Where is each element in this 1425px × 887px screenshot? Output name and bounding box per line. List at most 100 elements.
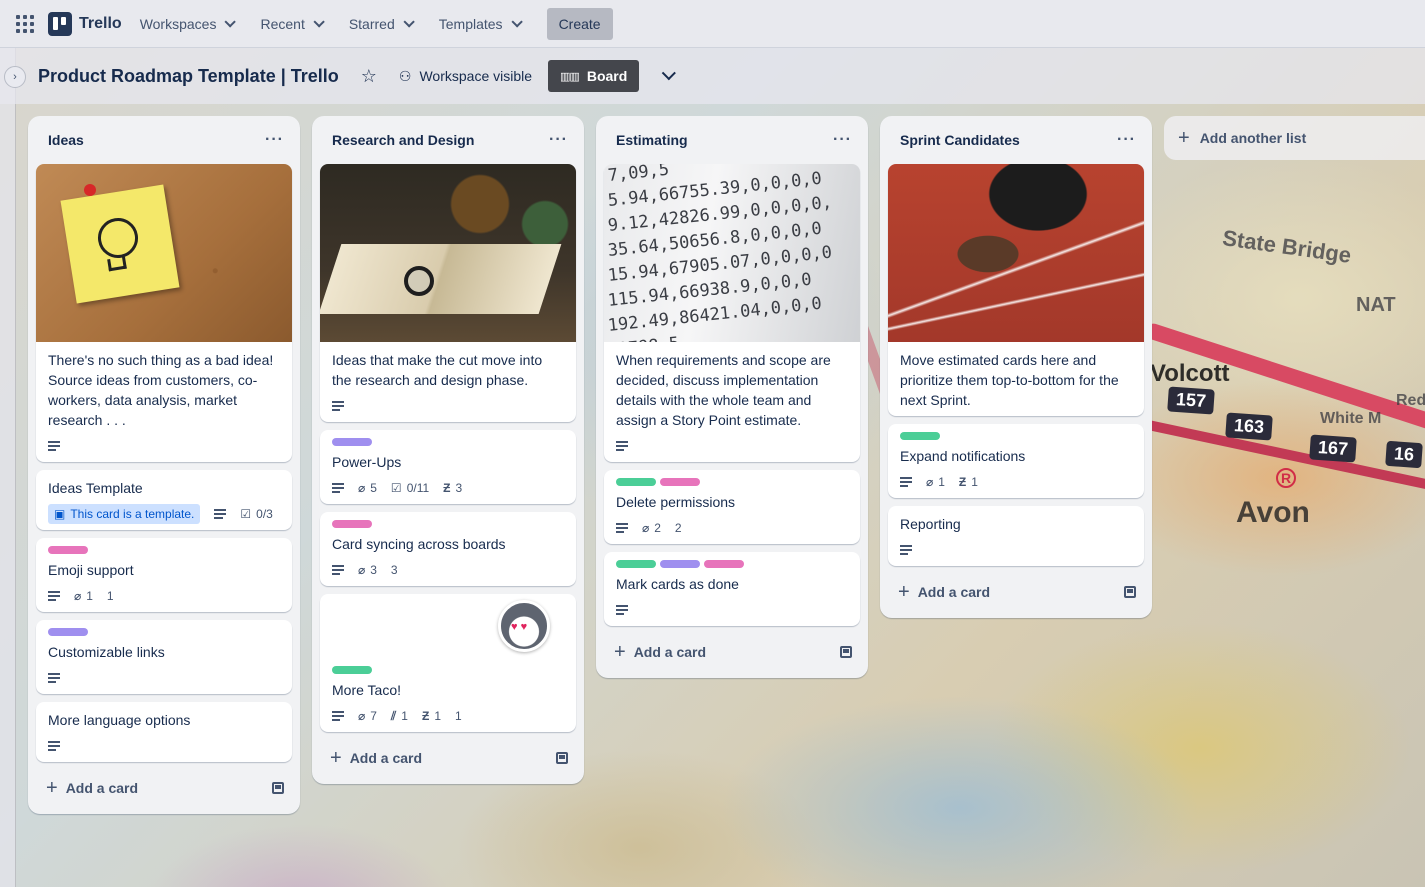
magnifier-graphic <box>404 266 434 296</box>
zendesk-count: 1 <box>434 709 441 723</box>
add-card-button[interactable]: + Add a card <box>604 634 860 670</box>
card-title: Customizable links <box>48 644 165 660</box>
nav-item-label: Starred <box>348 15 395 32</box>
pushpin-graphic <box>84 184 96 196</box>
more-icon[interactable]: ··· <box>1117 131 1136 149</box>
list-title: Research and Design <box>332 132 475 148</box>
add-card-label: Add a card <box>65 780 139 796</box>
expand-sidebar-button[interactable]: › <box>4 66 26 88</box>
card[interactable]: More language options <box>36 702 292 762</box>
card-label-green[interactable] <box>332 666 372 674</box>
card[interactable]: Ideas that make the cut move into the re… <box>320 164 576 422</box>
nav-workspaces[interactable]: Workspaces <box>140 16 237 32</box>
card-label-green[interactable] <box>616 560 656 568</box>
star-icon[interactable]: ☆ <box>361 66 377 87</box>
list-header[interactable]: Ideas ··· <box>36 116 292 164</box>
card-label-purple[interactable] <box>48 628 88 636</box>
card-label-green[interactable] <box>616 478 656 486</box>
card[interactable]: Move estimated cards here and prioritize… <box>888 164 1144 416</box>
description-icon <box>48 441 60 451</box>
plus-icon: + <box>1178 126 1190 149</box>
card-cover-image <box>36 164 292 342</box>
top-navigation: Trello Workspaces Recent Starred Templat… <box>0 0 1425 48</box>
attachment-count: 1 <box>86 589 93 603</box>
attachment-badge: ⌀ 7 <box>358 709 377 723</box>
card-label-pink[interactable] <box>48 546 88 554</box>
add-another-list-button[interactable]: + Add another list <box>1164 116 1425 160</box>
nav-starred[interactable]: Starred <box>348 15 415 32</box>
visibility-button[interactable]: ⚇ Workspace visible <box>399 68 532 85</box>
card[interactable]: Ideas Template ▣ This card is a template.… <box>36 470 292 530</box>
chevron-down-icon <box>511 15 523 28</box>
description-icon <box>616 605 628 615</box>
nav-templates[interactable]: Templates <box>438 15 523 32</box>
create-from-template-icon[interactable] <box>556 752 568 764</box>
card-label-green[interactable] <box>900 432 940 440</box>
attachment-badge: ⌀ 1 <box>74 589 93 603</box>
add-card-button[interactable]: + Add a card <box>320 740 576 776</box>
more-icon[interactable]: ··· <box>833 131 852 149</box>
checklist-count: 0/3 <box>256 507 273 521</box>
chevron-down-icon[interactable] <box>662 66 677 81</box>
description-icon <box>616 441 628 451</box>
checklist-badge: ☑ 0/3 <box>240 507 272 521</box>
add-card-button[interactable]: + Add a card <box>888 574 1144 610</box>
create-from-template-icon[interactable] <box>1124 586 1136 598</box>
card[interactable]: Reporting <box>888 506 1144 566</box>
board-title[interactable]: Product Roadmap Template | Trello <box>38 66 339 87</box>
card-title: Delete permissions <box>616 494 736 510</box>
nav-recent[interactable]: Recent <box>260 16 325 32</box>
card-title: Card syncing across boards <box>332 536 506 552</box>
list-ideas: Ideas ··· There's no such thing as a bad… <box>28 116 300 814</box>
list-title: Estimating <box>616 132 688 148</box>
swirl-count: 1 <box>401 709 408 723</box>
open-book-graphic <box>320 244 562 314</box>
app-switcher-icon[interactable] <box>16 14 34 33</box>
map-text: NAT <box>1356 294 1396 316</box>
list-header[interactable]: Estimating ··· <box>604 116 860 164</box>
zendesk-badge: Ƶ1 <box>959 475 978 489</box>
card[interactable]: More Taco! ⌀7 ⫽1 Ƶ1 1 <box>320 594 576 732</box>
add-card-button[interactable]: + Add a card <box>36 770 292 806</box>
trello-logo[interactable]: Trello <box>48 11 122 36</box>
board-view-button[interactable]: ▥▥ Board <box>548 60 640 92</box>
card-label-pink[interactable] <box>332 520 372 528</box>
list-research-and-design: Research and Design ··· Ideas that make … <box>312 116 584 784</box>
card[interactable]: Mark cards as done <box>604 552 860 626</box>
plus-icon: + <box>46 776 58 799</box>
card[interactable]: Delete permissions ⌀ 2 2 <box>604 470 860 544</box>
count-badge: 3 <box>391 563 398 577</box>
card-title: More Taco! <box>332 682 401 698</box>
paperclip-icon: ⌀ <box>926 475 934 489</box>
zendesk-icon: Ƶ <box>443 481 451 495</box>
card[interactable]: Card syncing across boards ⌀ 3 3 <box>320 512 576 586</box>
more-icon[interactable]: ··· <box>265 131 284 149</box>
more-icon[interactable]: ··· <box>549 131 568 149</box>
card-label-pink[interactable] <box>660 478 700 486</box>
card[interactable]: Power-Ups ⌀ 5 ☑ 0/11 Ƶ3 <box>320 430 576 504</box>
card-title: Power-Ups <box>332 454 402 470</box>
card-label-purple[interactable] <box>660 560 700 568</box>
count-badge: 1 <box>107 589 114 603</box>
list-title: Sprint Candidates <box>900 132 1020 148</box>
card[interactable]: Emoji support ⌀ 1 1 <box>36 538 292 612</box>
create-from-template-icon[interactable] <box>272 782 284 794</box>
list-header[interactable]: Sprint Candidates ··· <box>888 116 1144 164</box>
card[interactable]: 7,09,5 5.94,66755.39,0,0,0,0 9.12,42826.… <box>604 164 860 462</box>
zendesk-count: 1 <box>971 475 978 489</box>
collapsed-sidebar[interactable] <box>0 48 16 887</box>
attachment-badge: ⌀ 2 <box>642 521 661 535</box>
card-label-pink[interactable] <box>704 560 744 568</box>
create-from-template-icon[interactable] <box>840 646 852 658</box>
card[interactable]: Customizable links <box>36 620 292 694</box>
card-title: Move estimated cards here and prioritize… <box>900 352 1119 408</box>
power-up-swirl-icon: ⫽ <box>390 708 397 723</box>
create-button[interactable]: Create <box>546 7 613 40</box>
description-icon <box>900 477 912 487</box>
card[interactable]: Expand notifications ⌀ 1 Ƶ1 <box>888 424 1144 498</box>
card-label-purple[interactable] <box>332 438 372 446</box>
paperclip-icon: ⌀ <box>358 709 366 723</box>
card[interactable]: There's no such thing as a bad idea! Sou… <box>36 164 292 462</box>
nav-item-label: Templates <box>438 15 503 32</box>
list-header[interactable]: Research and Design ··· <box>320 116 576 164</box>
